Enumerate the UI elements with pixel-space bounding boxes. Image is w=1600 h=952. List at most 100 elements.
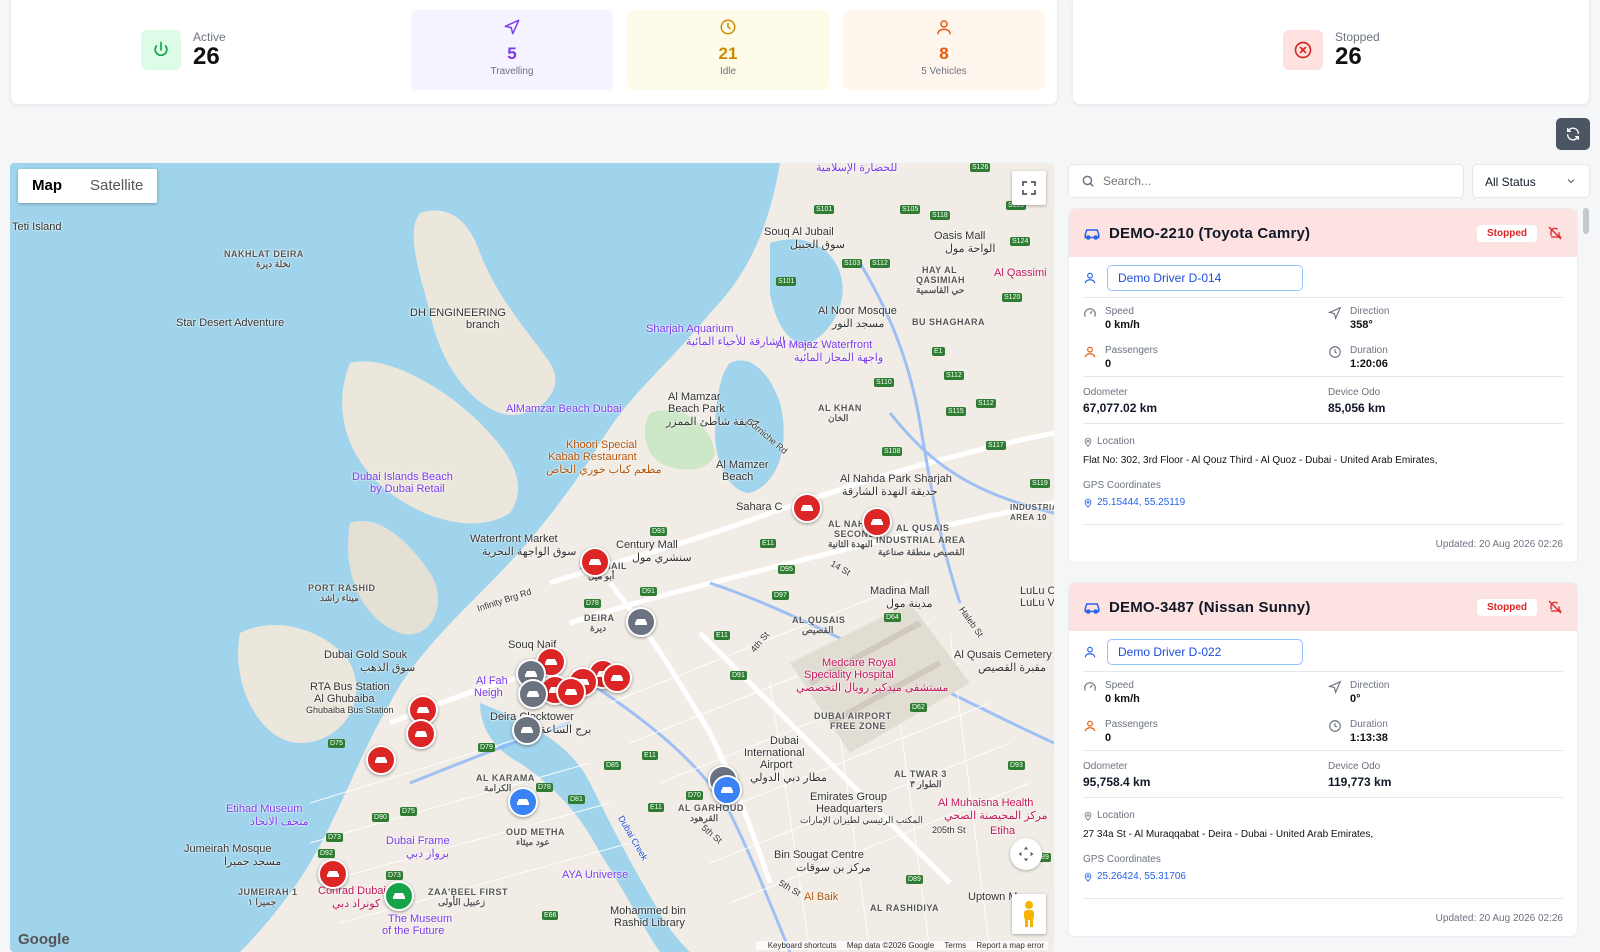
map-label-airport3: Airport <box>760 759 793 771</box>
fullscreen-button[interactable] <box>1012 171 1046 205</box>
map-label-airport2: International <box>744 747 805 759</box>
vehicle-marker[interactable] <box>580 547 610 577</box>
vehicle-marker[interactable] <box>318 859 348 889</box>
street-view-button[interactable] <box>1012 894 1046 934</box>
vehicle-card[interactable]: DEMO-2210 (Toyota Camry) Stopped Demo Dr… <box>1068 208 1578 563</box>
alert-off-icon[interactable] <box>1547 225 1563 241</box>
clock-icon <box>1329 720 1341 732</box>
map-pin-icon <box>1084 437 1092 447</box>
direction-metric: Direction 0° <box>1328 672 1573 711</box>
map-label-century: Century Mall <box>616 539 678 551</box>
map-label-airport-ar: مطار دبي الدولي <box>750 772 827 784</box>
map-label-goldsouk: Dubai Gold Souk <box>324 649 408 661</box>
map-label-alfahidi1: Al Fah <box>476 675 508 687</box>
navigation-icon <box>1328 680 1342 694</box>
location-header: Location <box>1083 810 1563 821</box>
direction-label: Direction <box>1350 306 1390 317</box>
report-error-link[interactable]: Report a map error <box>976 941 1044 950</box>
keyboard-shortcuts-link[interactable]: Keyboard shortcuts <box>768 941 837 950</box>
road-shield: D85 <box>604 761 621 770</box>
active-stat[interactable]: Active 26 <box>141 30 226 70</box>
road-shield: D97 <box>772 591 789 600</box>
map-label-alnoor-ar: مسجد النور <box>832 318 885 330</box>
vehicle-marker[interactable] <box>602 663 632 693</box>
road-shield: E11 <box>642 751 658 760</box>
idle-label: Idle <box>719 66 737 77</box>
map-label-almamzar2: Beach <box>722 471 754 483</box>
list-scrollbar[interactable] <box>1583 208 1589 234</box>
vehicle-card-header: DEMO-3487 (Nissan Sunny) Stopped <box>1069 583 1577 631</box>
map-label-zaabeel: ZAA'BEEL FIRST <box>428 887 508 897</box>
vehicle-marker[interactable] <box>406 719 436 749</box>
vehicle-marker[interactable] <box>512 715 542 745</box>
odometer-value: 95,758.4 km <box>1083 775 1151 789</box>
vehicle-marker[interactable] <box>556 677 586 707</box>
vehicle-marker[interactable] <box>626 607 656 637</box>
vehicle-marker[interactable] <box>792 493 822 523</box>
map-label-garhoud-ar: القرهود <box>690 813 719 823</box>
refresh-button[interactable] <box>1556 118 1590 150</box>
road-shield: D78 <box>536 783 553 792</box>
search-icon <box>1082 175 1094 187</box>
map-type-satellite-button[interactable]: Satellite <box>76 169 157 203</box>
travelling-stat[interactable]: 5 Travelling <box>411 10 613 90</box>
vehicle-marker[interactable] <box>862 507 892 537</box>
gps-link[interactable]: 25.26424, 55.31706 <box>1083 871 1563 882</box>
odometer-value: 67,077.02 km <box>1083 401 1158 415</box>
map-label-madina: Madina Mall <box>870 585 930 597</box>
map-label-teti: Teti Island <box>12 221 62 233</box>
vehicle-card[interactable]: DEMO-3487 (Nissan Sunny) Stopped Demo Dr… <box>1068 582 1578 937</box>
move-arrows-icon <box>1018 846 1034 862</box>
terms-link[interactable]: Terms <box>944 941 966 950</box>
map-label-museum2: of the Future <box>382 925 445 937</box>
duration-label: Duration <box>1350 345 1388 356</box>
map-type-map-button[interactable]: Map <box>18 169 76 203</box>
road-shield: S108 <box>882 447 903 456</box>
map-label-qusais-ind1: AL QUSAIS <box>896 523 950 533</box>
speed-value: 0 km/h <box>1105 693 1140 705</box>
idle-stat[interactable]: 21 Idle <box>627 10 829 90</box>
vehicle-marker[interactable] <box>384 881 414 911</box>
speed-metric: Speed 0 km/h <box>1083 672 1328 711</box>
search-input[interactable] <box>1103 174 1463 188</box>
map-label-nahda-ar: حديقة النهدة الشارقة <box>842 486 938 498</box>
user-icon <box>1084 272 1096 284</box>
map-label-nahda2-ar: النهدة الثانية <box>828 539 873 549</box>
refresh-icon <box>1567 127 1579 141</box>
map-label-medcare-ar: مستشفى ميدكير رويال التخصصي <box>796 682 949 694</box>
vehicle-marker[interactable] <box>712 775 742 805</box>
map-label-rta1: RTA Bus Station <box>310 681 390 693</box>
map-label-zaabeel-ar: زعبيل الأولى <box>438 897 486 907</box>
driver-row: Demo Driver D-014 <box>1069 257 1577 291</box>
map-label-frame-ar: برواز دبي <box>406 848 449 860</box>
alert-off-icon[interactable] <box>1547 599 1563 615</box>
vehicle-marker[interactable] <box>518 679 548 709</box>
stopped-stat[interactable]: Stopped 26 <box>1283 30 1380 70</box>
vehicle-marker[interactable] <box>366 745 396 775</box>
map-label-waterfront: Waterfront Market <box>470 533 558 545</box>
map-label-ind-area1: INDUSTRIAL <box>1010 503 1054 512</box>
camera-control-button[interactable] <box>1010 838 1042 870</box>
vehicle-marker[interactable] <box>508 787 538 817</box>
map-label-almamzar1: Al Mamzer <box>716 459 769 471</box>
vehicles-stat[interactable]: 8 5 Vehicles <box>843 10 1045 90</box>
chevron-down-icon <box>1567 179 1575 184</box>
map-label-alnoor: Al Noor Mosque <box>818 305 897 317</box>
driver-name[interactable]: Demo Driver D-022 <box>1107 639 1303 665</box>
road-shield: D92 <box>318 849 335 858</box>
gps-link[interactable]: 25.15444, 55.25119 <box>1083 497 1563 508</box>
road-shield: S103 <box>842 259 863 268</box>
driver-name[interactable]: Demo Driver D-014 <box>1107 265 1303 291</box>
google-logo: Google <box>18 931 70 948</box>
fleet-map[interactable]: Teti Island NAKHLAT DEIRA نخلة ديرة Star… <box>10 163 1054 952</box>
map-label-hay1: HAY AL <box>922 265 958 275</box>
gps-value: 25.15444, 55.25119 <box>1097 497 1186 508</box>
map-label-portrashid-ar: ميناء راشد <box>320 593 359 603</box>
device-odo-metric: Device Odo 85,056 km <box>1328 387 1573 415</box>
map-data-text: Map data ©2026 Google <box>846 941 935 950</box>
road-shield: E11 <box>760 539 776 548</box>
travelling-count: 5 <box>507 44 517 63</box>
map-label-nahda: Al Nahda Park Sharjah <box>840 473 952 485</box>
status-filter-select[interactable]: All Status <box>1472 164 1590 198</box>
status-filter-value: All Status <box>1485 175 1536 189</box>
